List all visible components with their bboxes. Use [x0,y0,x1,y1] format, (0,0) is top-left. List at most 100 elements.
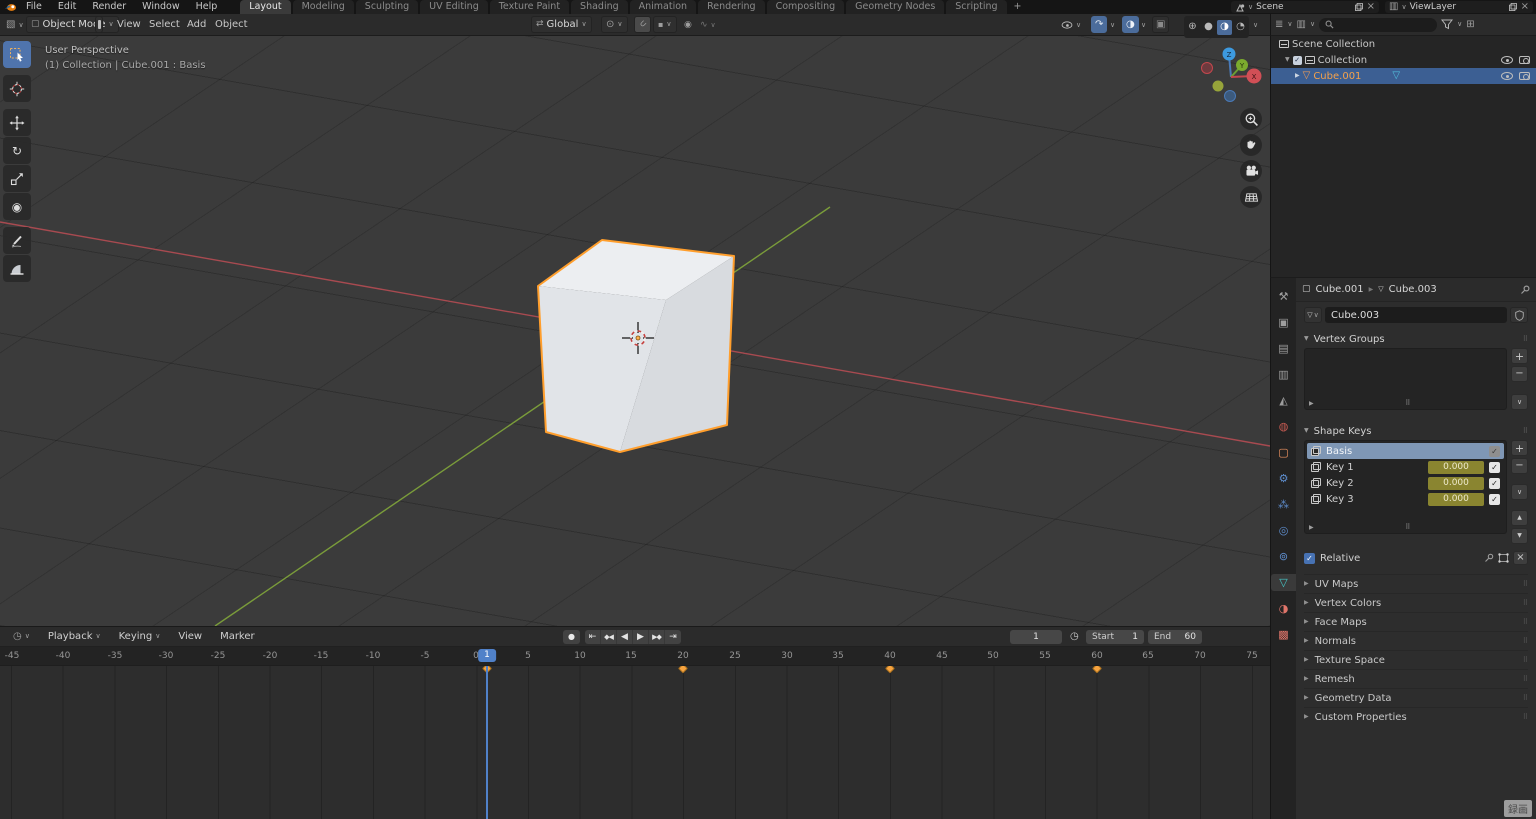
tab-world[interactable] [1271,418,1296,435]
tool-move[interactable] [3,109,31,136]
menu-object[interactable]: Object [208,18,255,32]
tool-scale[interactable] [3,165,31,192]
outliner-row-collection[interactable]: Collection [1271,52,1536,68]
resize-grip-icon[interactable] [1405,400,1410,407]
camera-view-button[interactable] [1240,160,1262,182]
shape-key-value-slider[interactable]: 0.000 [1428,477,1484,490]
tab-layout[interactable]: Layout [240,0,290,14]
mode-options-button[interactable] [95,16,103,33]
tool-measure[interactable] [3,255,31,282]
tab-output[interactable] [1271,340,1296,357]
current-frame-badge[interactable]: 1 [478,649,496,662]
panel-face-maps[interactable]: Face Maps [1304,612,1528,631]
drag-grip-icon[interactable] [1523,619,1528,626]
drag-grip-icon[interactable] [1523,657,1528,664]
play-button[interactable] [633,630,649,644]
panel-uv-maps[interactable]: UV Maps [1304,574,1528,593]
panel-remesh[interactable]: Remesh [1304,669,1528,688]
panel-normals[interactable]: Normals [1304,631,1528,650]
tab-scene[interactable] [1271,392,1296,409]
tab-sculpting[interactable]: Sculpting [356,0,418,14]
tab-view-layer[interactable] [1271,366,1296,383]
tool-cursor[interactable] [3,75,31,102]
panel-geometry-data[interactable]: Geometry Data [1304,688,1528,707]
scene-selector[interactable]: Scene [1231,1,1379,13]
tab-render[interactable] [1271,314,1296,331]
panel-texture-space[interactable]: Texture Space [1304,650,1528,669]
drag-grip-icon[interactable] [1523,714,1528,721]
drag-grip-icon[interactable] [1523,336,1528,343]
jump-to-end-button[interactable] [665,630,681,644]
shape-key-value-slider[interactable]: 0.000 [1428,461,1484,474]
keyframe-marker[interactable] [1092,666,1102,673]
mesh-datablock-dropdown[interactable] [1304,307,1322,323]
render-visibility-icon[interactable] [1519,56,1530,64]
filter-icon[interactable] [1441,19,1453,30]
mesh-name-input[interactable]: Cube.003 [1325,307,1507,323]
pivot-point-dropdown[interactable] [601,16,628,33]
hide-eye-icon[interactable] [1501,72,1513,80]
unlink-scene-icon[interactable] [1367,2,1375,12]
next-keyframe-button[interactable] [649,630,665,644]
pin-icon[interactable] [1520,285,1530,295]
menu-file[interactable]: File [19,0,49,14]
hide-eye-icon[interactable] [1501,56,1513,64]
shapekey-pin-icon[interactable] [1484,553,1494,563]
menu-window[interactable]: Window [135,0,186,14]
keyframe-marker[interactable] [678,666,688,673]
tab-animation[interactable]: Animation [630,0,696,14]
shapekey-add-button[interactable] [1511,440,1528,456]
vgroup-add-button[interactable] [1511,348,1528,364]
snap-settings-dropdown[interactable] [653,16,677,33]
shading-dropdown[interactable] [1253,14,1258,36]
relative-checkbox[interactable] [1304,553,1315,564]
tab-modifiers[interactable] [1271,470,1296,487]
transform-orientation-dropdown[interactable]: Global [531,16,592,33]
menu-render[interactable]: Render [85,0,133,14]
playhead[interactable] [486,666,488,819]
shape-key-value-slider[interactable]: 0.000 [1428,493,1484,506]
shapekey-move-down-button[interactable] [1511,528,1528,544]
drag-grip-icon[interactable] [1523,676,1528,683]
drag-grip-icon[interactable] [1523,428,1528,435]
tab-object[interactable] [1271,444,1296,461]
tab-texture[interactable] [1271,626,1296,643]
remove-viewlayer-icon[interactable] [1521,2,1529,12]
shape-key-row-key1[interactable]: Key 1 0.000 [1307,459,1504,475]
tab-constraints[interactable] [1271,548,1296,565]
tab-texture-paint[interactable]: Texture Paint [490,0,569,14]
new-collection-icon[interactable] [1466,20,1474,30]
new-viewlayer-icon[interactable] [1509,3,1517,11]
use-preview-range-icon[interactable] [1070,632,1079,642]
viewport-3d[interactable]: User Perspective (1) Collection | Cube.0… [0,36,1270,626]
menu-playback[interactable]: Playback [40,631,109,642]
breadcrumb-object[interactable]: Cube.001 [1316,284,1364,295]
shading-wireframe-button[interactable] [1185,20,1200,35]
drag-grip-icon[interactable] [1523,695,1528,702]
prev-keyframe-button[interactable] [601,630,617,644]
outliner-display-mode-icon[interactable] [1275,20,1283,30]
vgroup-remove-button[interactable] [1511,366,1528,382]
expand-icon[interactable] [1309,401,1314,407]
tool-annotate[interactable] [3,227,31,254]
expand-icon[interactable] [1295,73,1300,79]
outliner-filter-mode-icon[interactable] [1297,20,1306,30]
tab-uv-editing[interactable]: UV Editing [420,0,488,14]
shape-key-row-basis[interactable]: Basis [1307,443,1504,459]
object-visibility-dropdown[interactable] [1061,14,1081,36]
shape-key-mute-checkbox[interactable] [1489,462,1500,473]
shapekey-edit-mode-icon[interactable] [1498,553,1509,563]
tab-scripting[interactable]: Scripting [946,0,1006,14]
auto-keying-record-button[interactable] [563,630,580,644]
collection-checkbox[interactable] [1293,56,1302,65]
drag-grip-icon[interactable] [1523,581,1528,588]
current-frame-field[interactable]: 1 [1010,630,1062,644]
tab-material[interactable] [1271,600,1296,617]
tab-physics[interactable] [1271,522,1296,539]
outliner-search-input[interactable] [1319,18,1437,32]
viewlayer-selector[interactable]: ViewLayer [1385,1,1533,13]
outliner-row-cube001[interactable]: Cube.001 [1271,68,1536,84]
clear-shapekeys-button[interactable] [1513,551,1528,565]
vgroup-specials-button[interactable] [1511,394,1528,410]
tab-shading[interactable]: Shading [571,0,628,14]
